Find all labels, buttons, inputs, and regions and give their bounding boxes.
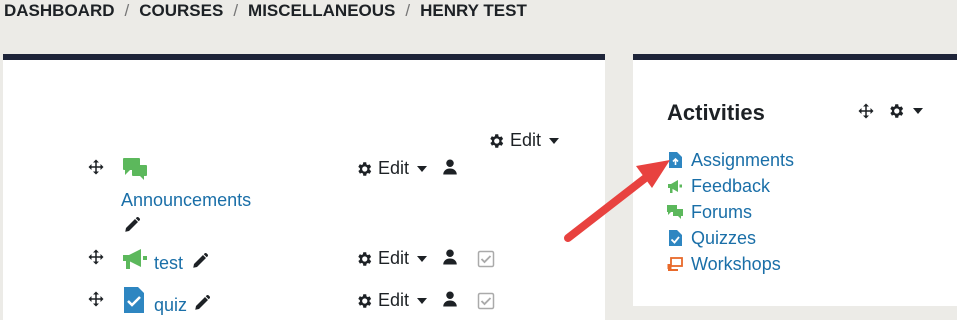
activities-block: Activities Assignments Feedback Forums Q… [633, 54, 957, 306]
activity-edit-menu[interactable]: Edit [355, 158, 428, 179]
completion-checkbox-icon[interactable] [477, 292, 495, 310]
breadcrumb-henry-test[interactable]: HENRY TEST [420, 1, 527, 21]
forum-icon [123, 158, 147, 180]
gear-icon [890, 104, 904, 118]
breadcrumb-separator: / [124, 1, 130, 20]
move-icon[interactable] [87, 248, 105, 266]
breadcrumb-miscellaneous[interactable]: MISCELLANEOUS [248, 1, 395, 21]
activity-link-announcements[interactable]: Announcements [121, 190, 251, 211]
activities-block-title: Activities [667, 100, 765, 125]
breadcrumb-dashboard[interactable]: DASHBOARD [4, 1, 115, 21]
activities-link-workshops[interactable]: Workshops [691, 254, 781, 275]
activities-link-quizzes[interactable]: Quizzes [691, 228, 756, 249]
annotation-arrow-icon [564, 160, 670, 242]
feedback-icon [123, 249, 147, 269]
block-actions-menu[interactable] [887, 102, 923, 120]
list-item[interactable]: Feedback [667, 173, 794, 199]
move-icon[interactable] [857, 102, 875, 120]
gear-icon [358, 161, 372, 176]
activity-edit-menu[interactable]: Edit [355, 248, 428, 269]
breadcrumb-separator: / [405, 1, 411, 20]
activity-edit-label: Edit [378, 158, 410, 178]
list-item[interactable]: Assignments [667, 147, 794, 173]
user-icon[interactable] [441, 290, 459, 308]
completion-checkbox-icon[interactable] [477, 250, 495, 268]
workshop-icon [667, 257, 683, 271]
activity-edit-menu[interactable]: Edit [355, 290, 428, 311]
move-icon[interactable] [87, 290, 105, 308]
quiz-icon [124, 287, 144, 313]
user-icon[interactable] [441, 158, 459, 176]
chevron-down-icon [913, 108, 923, 114]
list-item[interactable]: Quizzes [667, 225, 794, 251]
activity-link-test[interactable]: test [154, 253, 183, 274]
move-icon[interactable] [87, 158, 105, 176]
activities-link-assignments[interactable]: Assignments [691, 150, 794, 171]
pencil-icon[interactable] [123, 216, 141, 234]
activity-link-quiz[interactable]: quiz [154, 295, 187, 316]
course-section-panel: Edit Announcements Edit test Edit quiz E… [3, 54, 605, 320]
activity-edit-label: Edit [378, 290, 410, 310]
gear-icon [358, 251, 372, 266]
chevron-down-icon [549, 137, 560, 144]
list-item[interactable]: Workshops [667, 251, 794, 277]
list-item[interactable]: Forums [667, 199, 794, 225]
section-edit-label: Edit [510, 130, 542, 150]
breadcrumb-courses[interactable]: COURSES [139, 1, 223, 21]
chevron-down-icon [417, 297, 428, 304]
user-icon[interactable] [441, 248, 459, 266]
activities-list: Assignments Feedback Forums Quizzes Work… [667, 147, 794, 277]
gear-icon [358, 293, 372, 308]
gear-icon [490, 133, 504, 148]
activities-link-feedback[interactable]: Feedback [691, 176, 770, 197]
pencil-icon[interactable] [191, 252, 209, 270]
activities-link-forums[interactable]: Forums [691, 202, 752, 223]
pencil-icon[interactable] [193, 294, 211, 312]
activity-edit-label: Edit [378, 248, 410, 268]
breadcrumb-separator: / [233, 1, 239, 20]
section-edit-menu[interactable]: Edit [487, 130, 560, 151]
chevron-down-icon [417, 165, 428, 172]
breadcrumb: DASHBOARD / COURSES / MISCELLANEOUS / HE… [4, 0, 527, 22]
chevron-down-icon [417, 255, 428, 262]
